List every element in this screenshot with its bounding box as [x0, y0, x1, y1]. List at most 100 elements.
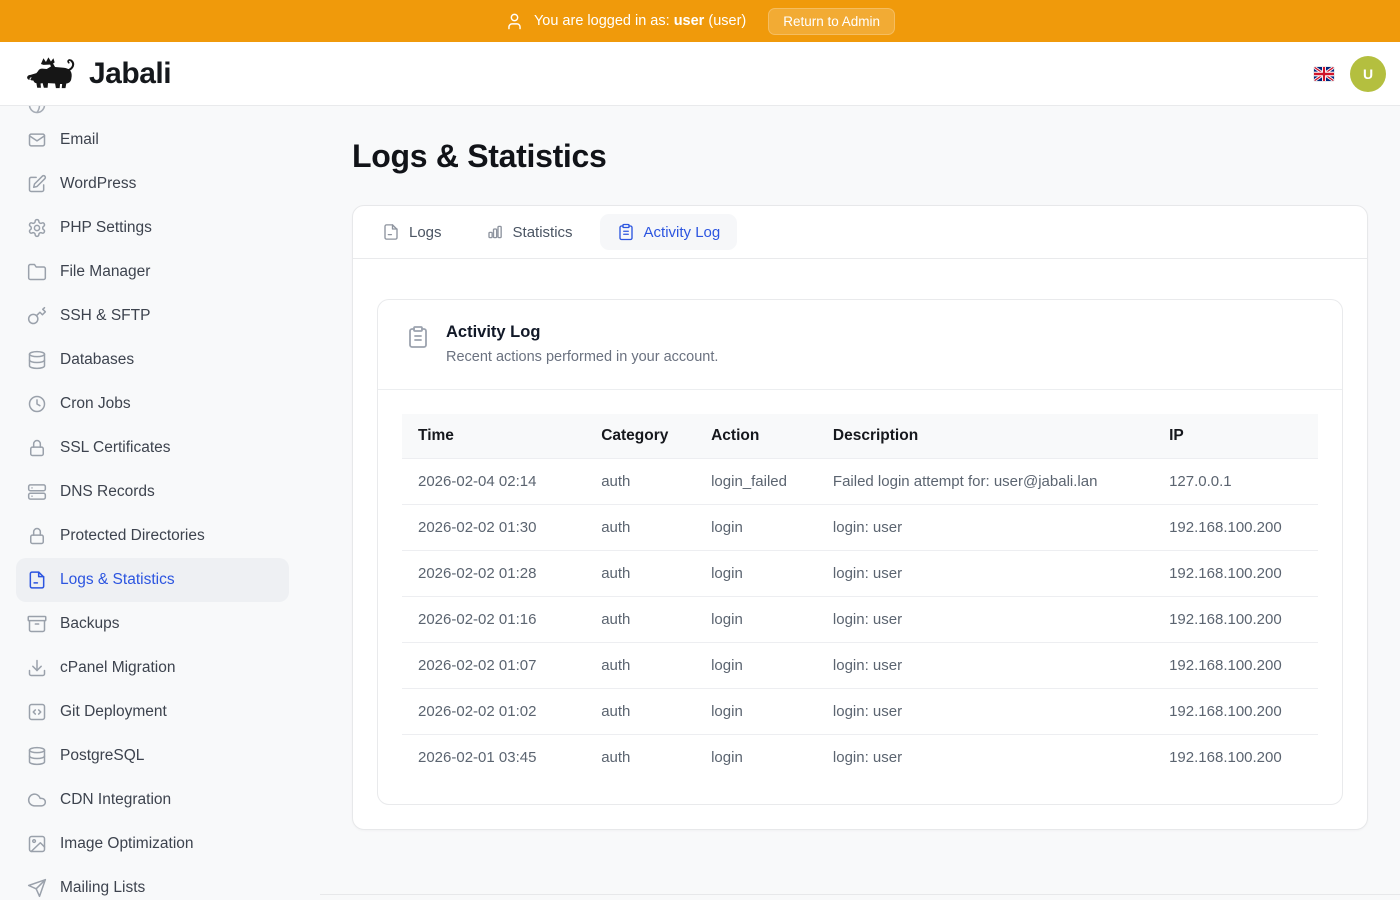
app-header: Jabali U — [0, 42, 1400, 106]
send-icon — [27, 878, 47, 898]
user-avatar[interactable]: U — [1350, 56, 1386, 92]
sidebar-item-mailing-lists[interactable]: Mailing Lists — [16, 866, 289, 900]
sidebar-item-backups[interactable]: Backups — [16, 602, 289, 646]
table-row: 2026-02-04 02:14authlogin_failedFailed l… — [402, 459, 1318, 505]
cell-action: login — [695, 643, 817, 689]
cell-description: login: user — [817, 735, 1153, 781]
sidebar-item-cdn-integration[interactable]: CDN Integration — [16, 778, 289, 822]
bar-chart-icon — [486, 223, 504, 241]
boar-icon — [26, 55, 80, 93]
file-text-icon — [27, 570, 47, 590]
cell-description: login: user — [817, 505, 1153, 551]
sidebar-item-ssl-certificates[interactable]: SSL Certificates — [16, 426, 289, 470]
sidebar-item-label: Image Optimization — [60, 835, 194, 853]
table-row: 2026-02-02 01:07authloginlogin: user192.… — [402, 643, 1318, 689]
tab-bar: Logs Statistics Activity Log — [353, 206, 1367, 259]
cell-time: 2026-02-02 01:30 — [402, 505, 585, 551]
email-icon — [27, 130, 47, 150]
sidebar-item-postgresql[interactable]: PostgreSQL — [16, 734, 289, 778]
sidebar-item-label: Backups — [60, 615, 119, 633]
uk-flag-icon[interactable] — [1314, 67, 1334, 81]
edit-icon — [27, 174, 47, 194]
clipped-globe-icon — [27, 106, 47, 115]
sidebar-item-label: Logs & Statistics — [60, 571, 175, 589]
logs-tabs-card: LogsStatisticsActivity Log Activity Log … — [352, 205, 1368, 830]
cell-category: auth — [585, 689, 695, 735]
footer-divider — [320, 894, 1400, 895]
sidebar-item-label: Protected Directories — [60, 527, 205, 545]
sidebar-item-ssh-sftp[interactable]: SSH & SFTP — [16, 294, 289, 338]
key-icon — [27, 306, 47, 326]
activity-log-table: TimeCategoryActionDescriptionIP 2026-02-… — [402, 414, 1318, 780]
card-title: Activity Log — [446, 323, 718, 342]
cell-category: auth — [585, 597, 695, 643]
sidebar-item-label: DNS Records — [60, 483, 155, 501]
gear-icon — [27, 218, 47, 238]
cell-category: auth — [585, 551, 695, 597]
folder-icon — [27, 262, 47, 282]
clock-icon — [27, 394, 47, 414]
sidebar-item-image-optimization[interactable]: Image Optimization — [16, 822, 289, 866]
user-icon — [505, 12, 524, 31]
logged-in-username: user — [674, 13, 705, 29]
sidebar-item-label: Cron Jobs — [60, 395, 131, 413]
cell-ip: 192.168.100.200 — [1153, 597, 1318, 643]
file-text-icon — [382, 223, 400, 241]
page-title: Logs & Statistics — [352, 138, 1368, 175]
tab-label: Activity Log — [644, 224, 721, 241]
database-icon — [27, 350, 47, 370]
tab-activity-log[interactable]: Activity Log — [600, 214, 738, 250]
clipboard-icon — [406, 325, 430, 349]
sidebar-item-label: cPanel Migration — [60, 659, 175, 677]
cell-action: login — [695, 689, 817, 735]
cell-action: login — [695, 597, 817, 643]
table-row: 2026-02-02 01:02authloginlogin: user192.… — [402, 689, 1318, 735]
cell-time: 2026-02-01 03:45 — [402, 735, 585, 781]
cell-time: 2026-02-02 01:07 — [402, 643, 585, 689]
sidebar-item-label: Git Deployment — [60, 703, 167, 721]
brand-logo[interactable]: Jabali — [26, 55, 171, 93]
return-to-admin-button[interactable]: Return to Admin — [768, 8, 895, 35]
database-icon — [27, 746, 47, 766]
cell-description: login: user — [817, 551, 1153, 597]
table-row: 2026-02-02 01:28authloginlogin: user192.… — [402, 551, 1318, 597]
cell-time: 2026-02-02 01:02 — [402, 689, 585, 735]
cell-action: login_failed — [695, 459, 817, 505]
column-header-category: Category — [585, 414, 695, 459]
sidebar-item-cron-jobs[interactable]: Cron Jobs — [16, 382, 289, 426]
sidebar-item-logs-statistics[interactable]: Logs & Statistics — [16, 558, 289, 602]
column-header-action: Action — [695, 414, 817, 459]
archive-icon — [27, 614, 47, 634]
cell-action: login — [695, 735, 817, 781]
cell-time: 2026-02-02 01:16 — [402, 597, 585, 643]
table-row: 2026-02-02 01:16authloginlogin: user192.… — [402, 597, 1318, 643]
cell-ip: 192.168.100.200 — [1153, 551, 1318, 597]
sidebar-item-wordpress[interactable]: WordPress — [16, 162, 289, 206]
sidebar-item-label: File Manager — [60, 263, 150, 281]
table-row: 2026-02-01 03:45authloginlogin: user192.… — [402, 735, 1318, 781]
tab-logs[interactable]: Logs — [365, 214, 459, 250]
cell-ip: 192.168.100.200 — [1153, 505, 1318, 551]
cell-ip: 192.168.100.200 — [1153, 689, 1318, 735]
logged-in-role: (user) — [708, 13, 746, 29]
server-icon — [27, 482, 47, 502]
main-content: Logs & Statistics Logs Statistics Activity… — [320, 106, 1400, 900]
cell-category: auth — [585, 643, 695, 689]
sidebar-item-dns-records[interactable]: DNS Records — [16, 470, 289, 514]
sidebar-item-databases[interactable]: Databases — [16, 338, 289, 382]
sidebar-item-cpanel-migration[interactable]: cPanel Migration — [16, 646, 289, 690]
cell-description: login: user — [817, 689, 1153, 735]
sidebar-item-git-deployment[interactable]: Git Deployment — [16, 690, 289, 734]
sidebar-item-php-settings[interactable]: PHP Settings — [16, 206, 289, 250]
image-icon — [27, 834, 47, 854]
code-icon — [27, 702, 47, 722]
cell-ip: 192.168.100.200 — [1153, 735, 1318, 781]
cloud-icon — [27, 790, 47, 810]
cell-action: login — [695, 505, 817, 551]
sidebar-item-label: PostgreSQL — [60, 747, 144, 765]
sidebar-item-file-manager[interactable]: File Manager — [16, 250, 289, 294]
tab-statistics[interactable]: Statistics — [469, 214, 590, 250]
sidebar-item-protected-directories[interactable]: Protected Directories — [16, 514, 289, 558]
sidebar-item-email[interactable]: Email — [16, 118, 289, 162]
sidebar-item-label: SSL Certificates — [60, 439, 171, 457]
